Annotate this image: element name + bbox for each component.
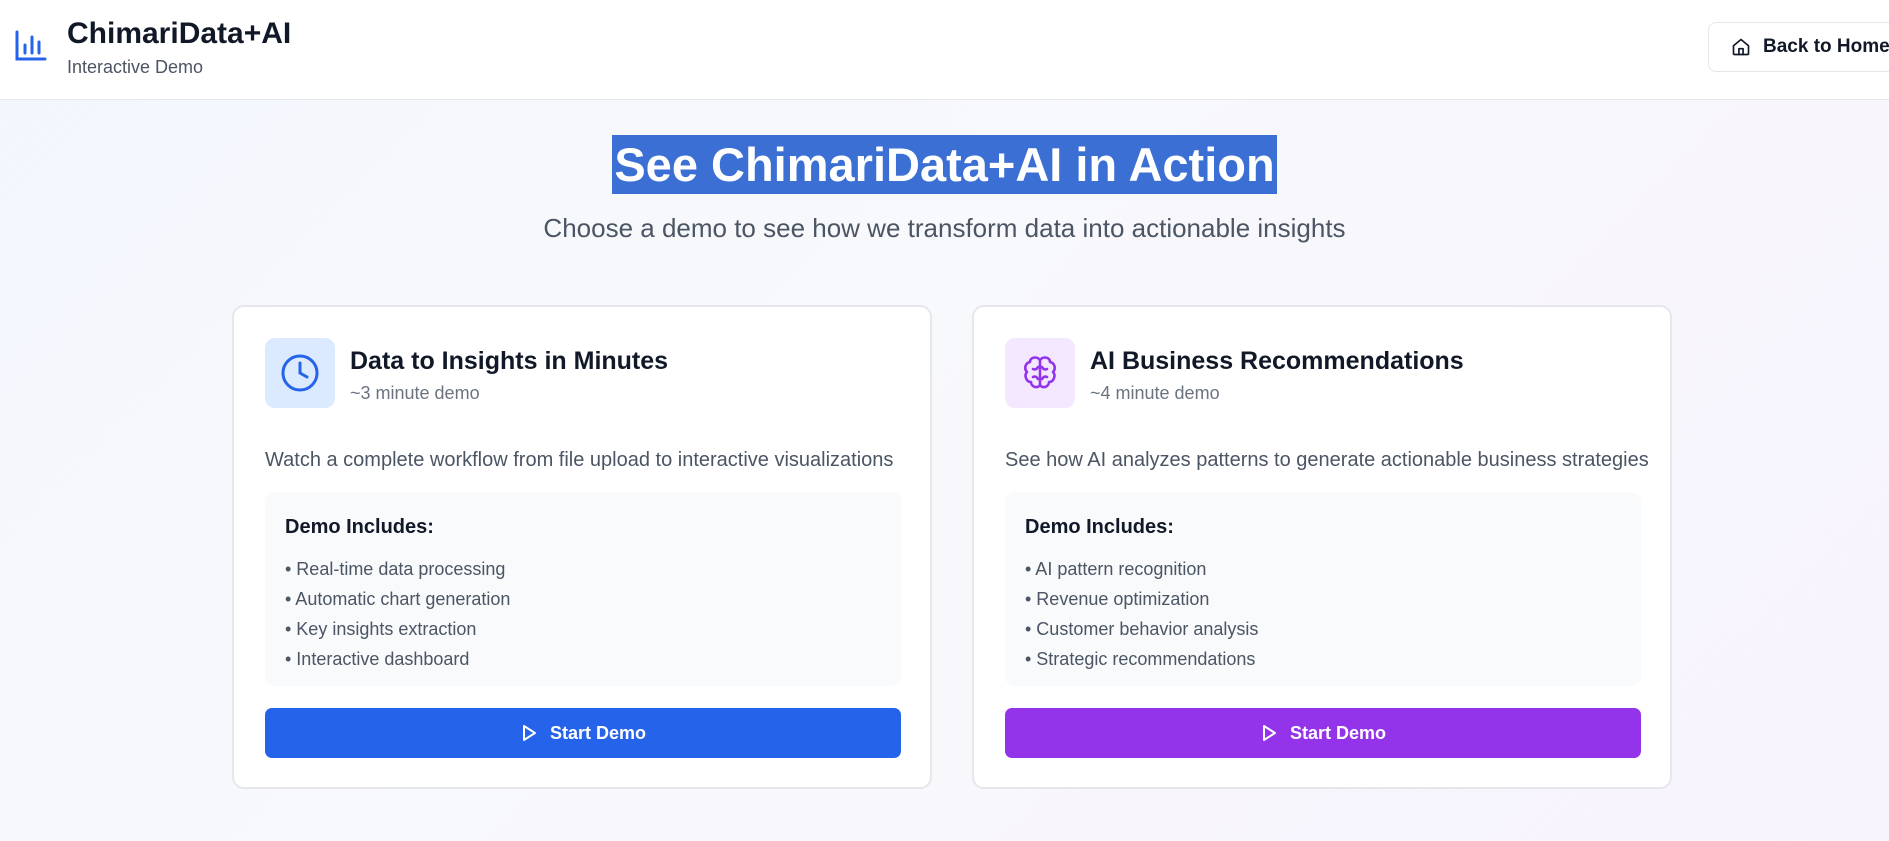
list-item: • Interactive dashboard [285, 649, 470, 669]
card-icon-container [265, 338, 335, 408]
top-header: ChimariData+AI Interactive Demo Back to … [0, 0, 1889, 100]
home-icon [1732, 38, 1750, 56]
start-demo-label: Start Demo [1289, 722, 1387, 743]
page-subtitle: Choose a demo to see how we transform da… [543, 213, 1346, 243]
demo-card-insights: Data to Insights in Minutes ~3 minute de… [232, 305, 932, 789]
bar-chart-icon [15, 30, 47, 61]
card-icon-container [1005, 338, 1075, 408]
clock-icon [281, 354, 319, 392]
start-demo-button[interactable]: Start Demo [1005, 708, 1641, 758]
list-item: • AI pattern recognition [1025, 559, 1207, 579]
back-to-home-label: Back to Home [1763, 36, 1889, 57]
card-duration: ~3 minute demo [350, 383, 480, 403]
list-item: • Automatic chart generation [285, 589, 511, 609]
card-duration: ~4 minute demo [1090, 383, 1220, 403]
play-icon [522, 725, 536, 741]
demo-includes-list: • Real-time data processing • Automatic … [285, 554, 510, 674]
demo-card-recommendations: AI Business Recommendations ~4 minute de… [972, 305, 1672, 789]
list-item: • Real-time data processing [285, 559, 506, 579]
page-title: See ChimariData+AI in Action [612, 135, 1277, 194]
brand-subtitle: Interactive Demo [67, 57, 204, 77]
card-title: AI Business Recommendations [1090, 347, 1464, 375]
card-description: See how AI analyzes patterns to generate… [1005, 449, 1649, 471]
demo-includes-list: • AI pattern recognition • Revenue optim… [1025, 554, 1258, 674]
list-item: • Strategic recommendations [1025, 649, 1256, 669]
demo-includes-box: Demo Includes: • AI pattern recognition … [1005, 492, 1641, 686]
card-description: Watch a complete workflow from file uplo… [265, 449, 894, 471]
hero: See ChimariData+AI in Action [0, 135, 1889, 194]
list-item: • Customer behavior analysis [1025, 619, 1259, 639]
demo-includes-heading: Demo Includes: [1025, 516, 1174, 538]
brand-title: ChimariData+AI [67, 17, 292, 50]
list-item: • Revenue optimization [1025, 589, 1210, 609]
demo-includes-heading: Demo Includes: [285, 516, 434, 538]
list-item: • Key insights extraction [285, 619, 477, 639]
back-to-home-button[interactable]: Back to Home [1708, 22, 1889, 72]
demo-includes-box: Demo Includes: • Real-time data processi… [265, 492, 901, 686]
card-title: Data to Insights in Minutes [350, 347, 669, 375]
start-demo-button[interactable]: Start Demo [265, 708, 901, 758]
start-demo-label: Start Demo [549, 722, 647, 743]
brain-icon [1024, 356, 1056, 389]
play-icon [1262, 725, 1276, 741]
